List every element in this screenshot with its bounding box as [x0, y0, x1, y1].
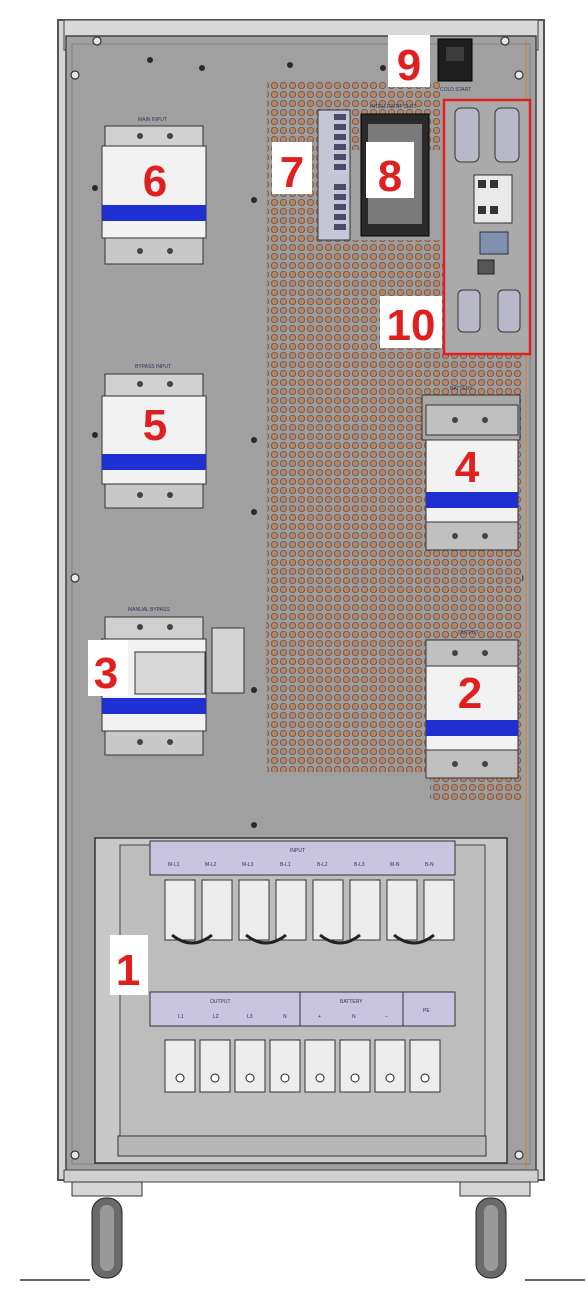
callout-3: 3 — [94, 649, 118, 698]
input-terminal-label: M-L1 — [168, 862, 180, 868]
port-db9-b[interactable] — [497, 289, 521, 333]
output-block-label: OUTPUT — [210, 999, 231, 1005]
battery-terminal-label: − — [385, 1014, 388, 1020]
output-terminal-label: L2 — [213, 1014, 219, 1020]
output-breaker-label: OUTPUT — [458, 630, 479, 636]
input-block-label: INPUT — [290, 848, 305, 854]
pe-label: PE — [423, 1008, 430, 1014]
input-terminal-header — [149, 840, 456, 876]
output-terminal-label: L1 — [178, 1014, 184, 1020]
callout-8: 8 — [378, 152, 402, 201]
port-db9-a[interactable] — [457, 289, 481, 333]
right-caster-wheel — [459, 1181, 531, 1279]
port-rs232-b[interactable] — [494, 107, 520, 163]
input-terminal-label: B-L1 — [280, 862, 291, 868]
bypass-input-label: BYPASS INPUT — [135, 364, 171, 370]
input-terminal-label: B-L3 — [354, 862, 365, 868]
battery-terminal-label: N — [352, 1014, 356, 1020]
callout-7: 7 — [280, 148, 304, 197]
bottom-plate — [117, 1135, 487, 1157]
rj45-port[interactable] — [479, 231, 509, 255]
input-terminal-label: M-N — [390, 862, 400, 868]
battery-block-label: BATTERY — [340, 999, 363, 1005]
callout-4: 4 — [455, 443, 480, 492]
callout-10: 10 — [387, 301, 436, 350]
callout-2: 2 — [458, 669, 482, 718]
callout-6: 6 — [143, 157, 167, 206]
base-rail — [63, 1169, 539, 1183]
battery-breaker-label: BATTERY — [450, 386, 473, 392]
input-terminal-label: M-L2 — [205, 862, 217, 868]
input-terminal-label: B-L2 — [317, 862, 328, 868]
output-terminal-label: L3 — [247, 1014, 253, 1020]
cold-start-label: COLD START — [440, 87, 471, 93]
callout-9: 9 — [397, 41, 421, 90]
output-terminal-header — [149, 991, 456, 1027]
usb-port[interactable] — [477, 259, 495, 275]
callout-1: 1 — [116, 946, 140, 995]
main-input-label: MAIN INPUT — [138, 117, 167, 123]
ups-rear-panel-diagram: COLD START INTELLIGENT SLOT MAIN INPUT B… — [20, 19, 585, 1281]
intelligent-slot-label: INTELLIGENT SLOT — [370, 104, 417, 110]
input-terminal-label: M-L3 — [242, 862, 254, 868]
battery-terminal-label: + — [318, 1014, 321, 1020]
port-rs232-a[interactable] — [454, 107, 480, 163]
callout-5: 5 — [143, 401, 167, 450]
output-terminal-label: N — [283, 1014, 287, 1020]
manual-bypass-label: MANUAL BYPASS — [128, 607, 170, 613]
left-caster-wheel — [71, 1181, 143, 1279]
input-terminal-label: B-N — [425, 862, 434, 868]
